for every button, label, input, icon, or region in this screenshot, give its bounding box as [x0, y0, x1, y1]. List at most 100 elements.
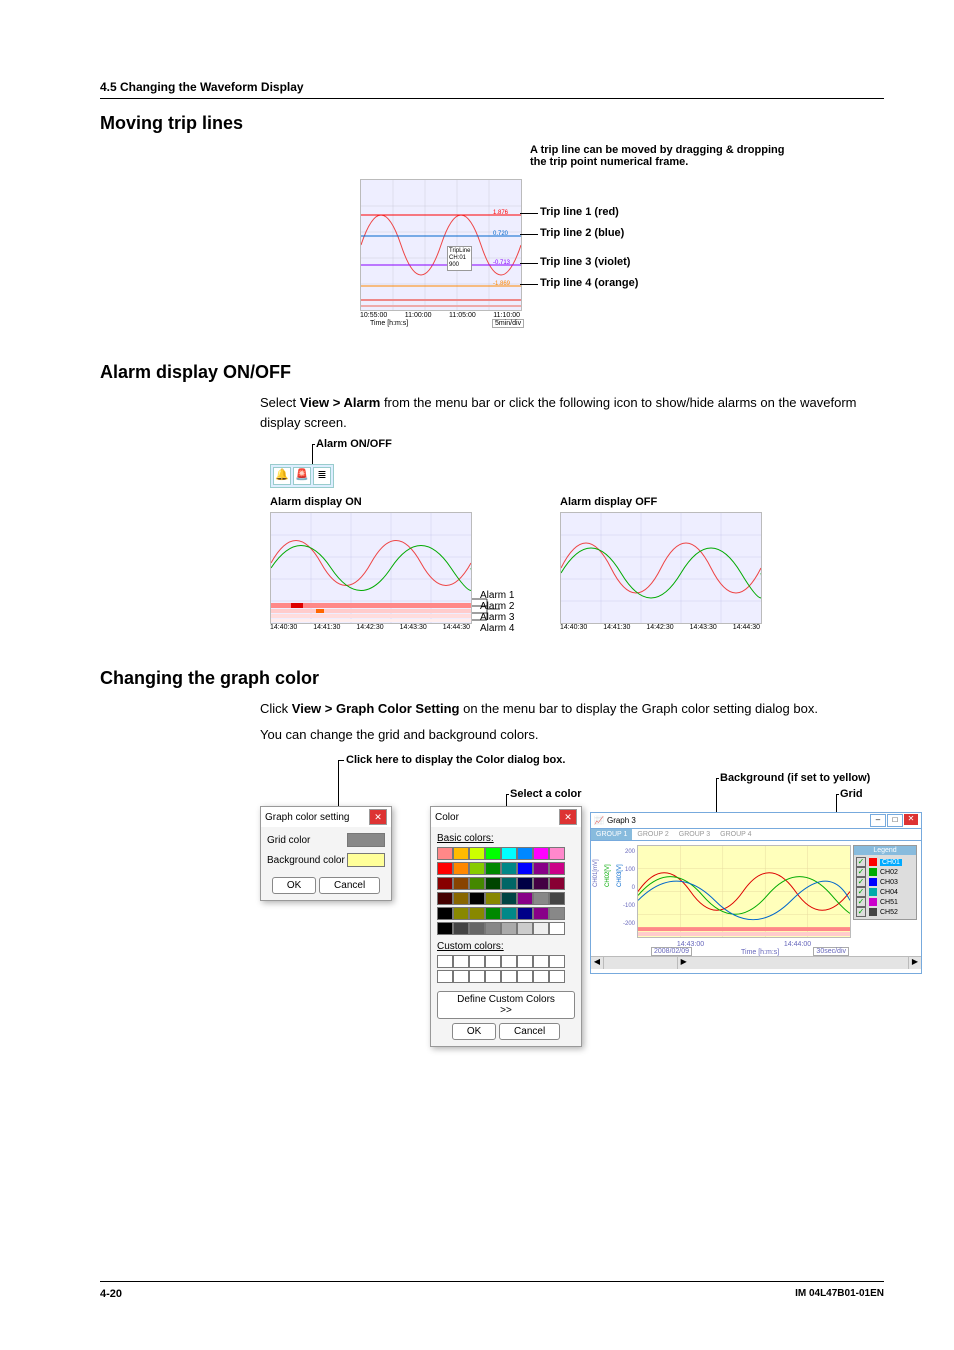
list-icon[interactable]: ≣ [313, 467, 331, 485]
legend-label: CH51 [880, 899, 898, 906]
legend-item[interactable]: ✓CH01 [856, 857, 914, 867]
color-swatch[interactable] [453, 922, 469, 935]
color-swatch[interactable] [549, 892, 565, 905]
doc-id: IM 04L47B01-01EN [795, 1288, 884, 1300]
color-swatch[interactable] [469, 922, 485, 935]
color-swatch[interactable] [453, 877, 469, 890]
color-swatch[interactable] [517, 877, 533, 890]
cancel-button[interactable]: Cancel [499, 1023, 560, 1040]
color-swatch[interactable] [549, 907, 565, 920]
color-swatch[interactable] [437, 892, 453, 905]
window-graph3[interactable]: 📈Graph 3 – □ ✕ GROUP 1 GROUP 2 GROUP 3 G… [590, 812, 922, 974]
bell-icon[interactable]: 🔔 [273, 467, 291, 485]
scroll-right-icon[interactable]: ▶ [677, 957, 690, 969]
color-swatch[interactable] [469, 907, 485, 920]
color-swatch[interactable] [453, 862, 469, 875]
label-alarm-onoff: Alarm ON/OFF [316, 438, 392, 450]
check-icon[interactable]: ✓ [856, 897, 866, 907]
close-icon[interactable]: ✕ [904, 814, 918, 825]
color-swatch[interactable] [517, 922, 533, 935]
check-icon[interactable]: ✓ [856, 877, 866, 887]
color-swatch[interactable] [453, 907, 469, 920]
label-select-color: Select a color [510, 788, 582, 800]
color-swatch[interactable] [517, 862, 533, 875]
define-custom-button[interactable]: Define Custom Colors >> [437, 991, 575, 1019]
color-swatch[interactable] [549, 922, 565, 935]
color-swatch[interactable] [517, 892, 533, 905]
color-swatch[interactable] [533, 892, 549, 905]
color-swatch[interactable] [453, 847, 469, 860]
alarm-xtick: 14:41:30 [603, 624, 630, 631]
color-swatch[interactable] [501, 862, 517, 875]
tab-group3[interactable]: GROUP 3 [674, 829, 715, 840]
color-swatch[interactable] [533, 862, 549, 875]
cancel-button[interactable]: Cancel [319, 877, 380, 894]
color-swatch[interactable] [517, 847, 533, 860]
color-swatch[interactable] [437, 907, 453, 920]
color-swatch[interactable] [485, 847, 501, 860]
tab-group1[interactable]: GROUP 1 [591, 829, 632, 840]
alarm-icon[interactable]: 🚨 [293, 467, 311, 485]
color-swatch[interactable] [469, 862, 485, 875]
color-swatch[interactable] [469, 877, 485, 890]
close-icon[interactable]: ✕ [369, 809, 387, 825]
xdate: 2008/02/09 [651, 947, 692, 956]
legend-item[interactable]: ✓CH52 [856, 907, 914, 917]
chart-icon: 📈 [594, 816, 604, 825]
label-click-here: Click here to display the Color dialog b… [346, 754, 565, 766]
color-swatch[interactable] [437, 922, 453, 935]
tab-group2[interactable]: GROUP 2 [632, 829, 673, 840]
basic-colors-grid[interactable] [437, 847, 575, 935]
color-swatch[interactable] [485, 922, 501, 935]
close-icon[interactable]: ✕ [559, 809, 577, 825]
check-icon[interactable]: ✓ [856, 857, 866, 867]
color-swatch[interactable] [485, 877, 501, 890]
ok-button[interactable]: OK [272, 877, 316, 894]
alarm-xtick: 14:44:30 [443, 624, 470, 631]
color-swatch[interactable] [437, 877, 453, 890]
color-swatch[interactable] [485, 907, 501, 920]
color-swatch[interactable] [469, 847, 485, 860]
tab-group4[interactable]: GROUP 4 [715, 829, 756, 840]
color-swatch[interactable] [549, 847, 565, 860]
color-swatch[interactable] [501, 922, 517, 935]
trip-scale: 5min/div [492, 319, 524, 328]
color-swatch[interactable] [517, 907, 533, 920]
grid-color-swatch[interactable] [347, 833, 385, 847]
color-swatch[interactable] [501, 877, 517, 890]
check-icon[interactable]: ✓ [856, 867, 866, 877]
color-swatch[interactable] [549, 877, 565, 890]
legend-item[interactable]: ✓CH02 [856, 867, 914, 877]
color-swatch[interactable] [533, 922, 549, 935]
maximize-icon[interactable]: □ [887, 814, 903, 827]
color-swatch[interactable] [549, 862, 565, 875]
legend-item[interactable]: ✓CH04 [856, 887, 914, 897]
color-swatch[interactable] [437, 847, 453, 860]
legend-item[interactable]: ✓ CH51 [856, 897, 914, 907]
color-swatch[interactable] [485, 862, 501, 875]
custom-colors-grid[interactable] [437, 955, 575, 983]
bg-color-swatch[interactable] [347, 853, 385, 867]
dialog-color[interactable]: Color ✕ Basic colors: Custom colors: Def… [430, 806, 582, 1047]
color-swatch[interactable] [437, 862, 453, 875]
ok-button[interactable]: OK [452, 1023, 496, 1040]
color-swatch[interactable] [533, 847, 549, 860]
check-icon[interactable]: ✓ [856, 907, 866, 917]
color-swatch[interactable] [533, 877, 549, 890]
color-swatch[interactable] [501, 847, 517, 860]
color-swatch[interactable] [501, 907, 517, 920]
scroll-left-icon[interactable]: ◀ [591, 957, 604, 969]
legend-item[interactable]: ✓CH03 [856, 877, 914, 887]
ylabel2: CH02[V] [605, 864, 611, 887]
dialog-graph-color-setting[interactable]: Graph color setting ✕ Grid color Backgro… [260, 806, 392, 901]
color-swatch[interactable] [533, 907, 549, 920]
color-swatch[interactable] [469, 892, 485, 905]
minimize-icon[interactable]: – [870, 814, 886, 827]
color-chip [869, 868, 877, 876]
color-swatch[interactable] [453, 892, 469, 905]
graph-color-text-1: Click View > Graph Color Setting on the … [100, 699, 884, 719]
scroll-right-icon[interactable]: ▶ [908, 957, 921, 969]
check-icon[interactable]: ✓ [856, 887, 866, 897]
color-swatch[interactable] [501, 892, 517, 905]
color-swatch[interactable] [485, 892, 501, 905]
